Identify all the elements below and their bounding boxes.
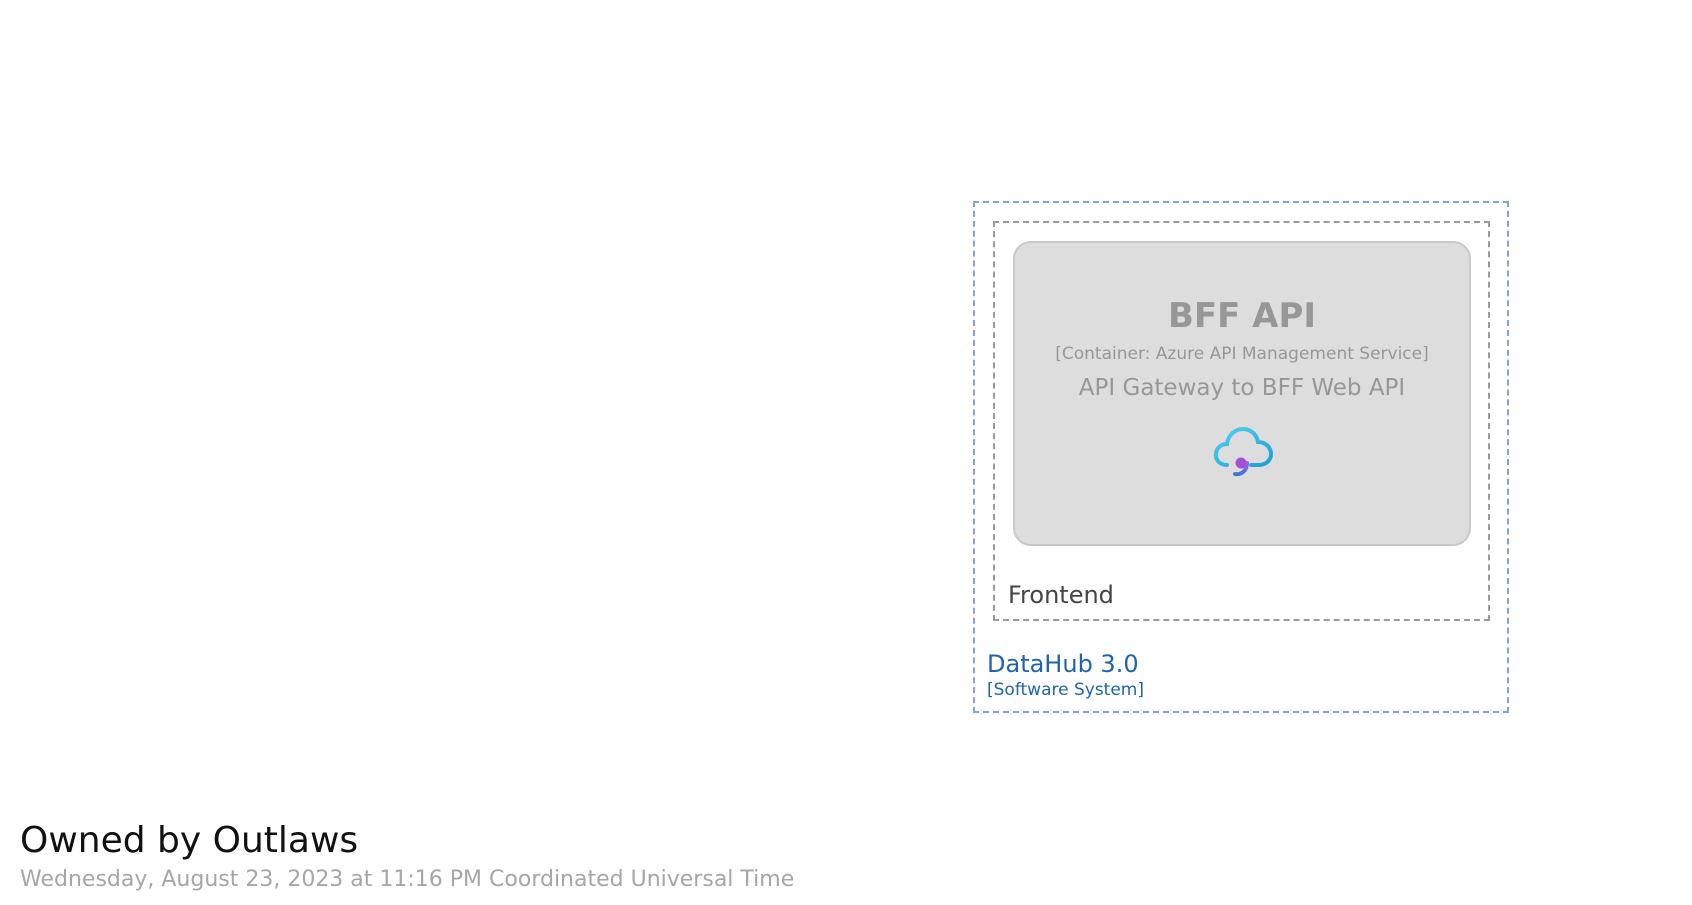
container-description: API Gateway to BFF Web API (1078, 375, 1406, 401)
software-system-type: [Software System] (987, 680, 1145, 700)
container-technology: [Container: Azure API Management Service… (1055, 344, 1429, 364)
container-bff-api[interactable]: BFF API [Container: Azure API Management… (1013, 241, 1471, 546)
container-name: BFF API (1167, 296, 1317, 336)
diagram-title: Owned by Outlaws (20, 820, 359, 861)
group-label: Frontend (1008, 581, 1114, 609)
software-system-name: DataHub 3.0 (987, 650, 1139, 678)
azure-api-management-icon (1211, 423, 1275, 481)
diagram-timestamp: Wednesday, August 23, 2023 at 11:16 PM C… (20, 867, 795, 892)
